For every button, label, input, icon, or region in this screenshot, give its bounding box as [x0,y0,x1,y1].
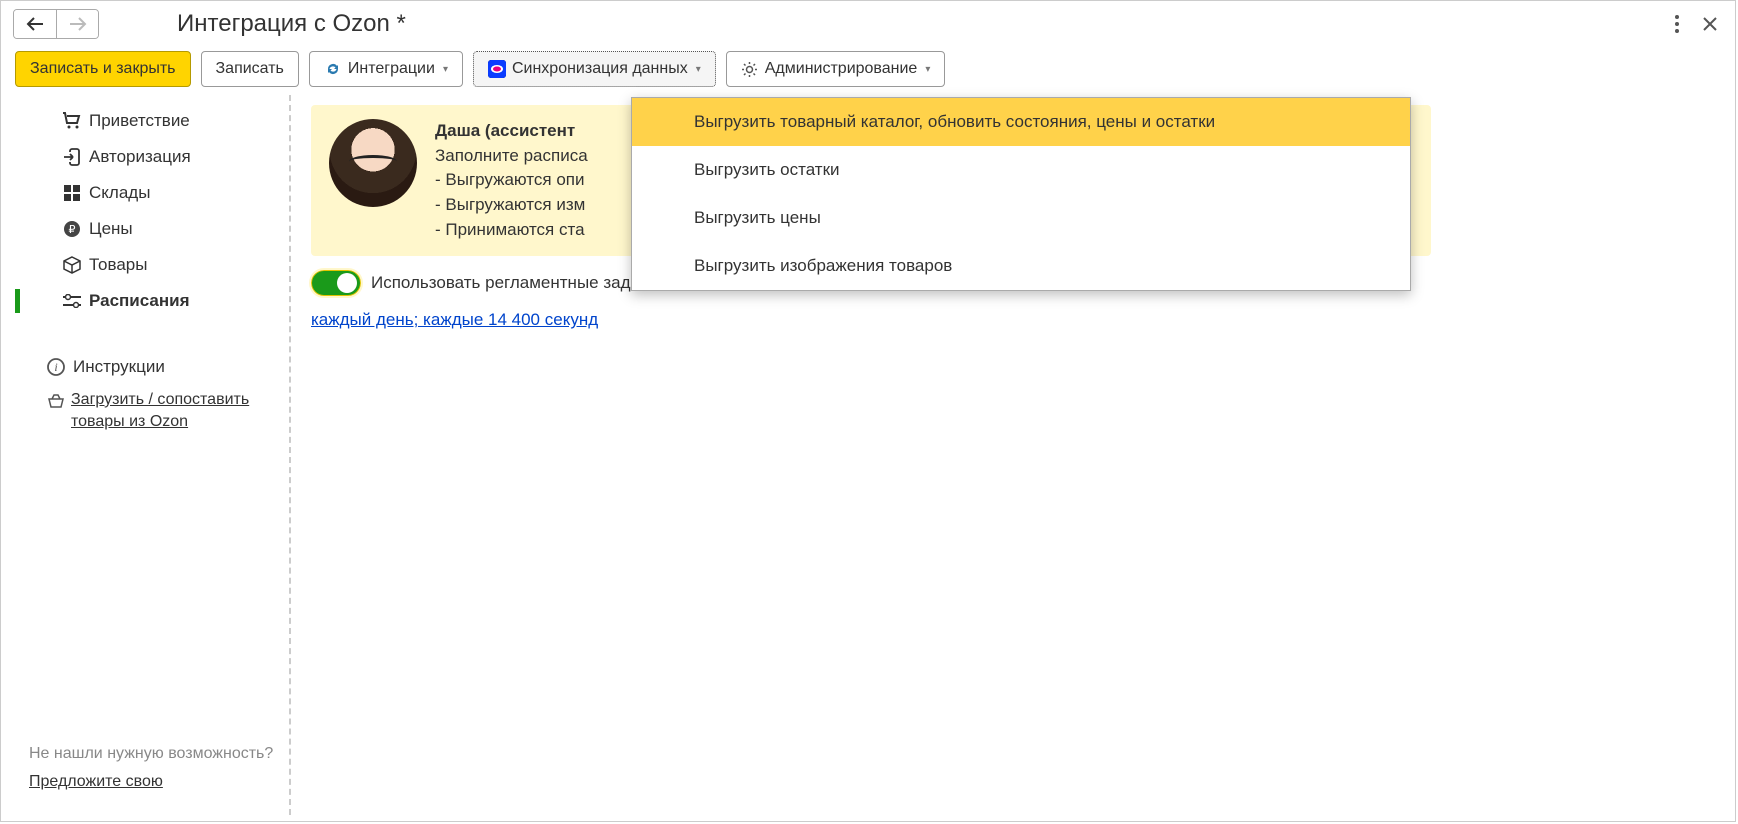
nav-group [13,9,99,39]
grid-icon [61,185,83,201]
sidebar-label: Расписания [89,291,190,311]
propose-link[interactable]: Предложите свою [15,767,289,803]
ruble-icon: ₽ [61,220,83,238]
load-products-link[interactable]: Загрузить / сопоставить товары из Ozon [15,385,289,436]
sidebar-item-welcome[interactable]: Приветствие [15,103,289,139]
toggle-label: Использовать регламентные задания [371,273,668,293]
assistant-avatar [329,119,417,207]
sidebar-item-warehouses[interactable]: Склады [15,175,289,211]
sidebar-item-auth[interactable]: Авторизация [15,139,289,175]
assistant-bullet: - Выгружаются опи [435,170,584,189]
close-button[interactable] [1697,11,1723,37]
sidebar-item-schedules[interactable]: Расписания [15,283,289,319]
arrow-left-icon [26,17,44,31]
page-title: Интеграция с Ozon * [177,10,406,38]
sidebar-item-prices[interactable]: ₽ Цены [15,211,289,247]
arrow-right-icon [69,17,87,31]
sidebar-label: Цены [89,219,133,239]
active-indicator [15,289,20,313]
assistant-line: Заполните расписа [435,146,588,165]
sidebar-label: Склады [89,183,150,203]
sidebar: Приветствие Авторизация Склады ₽ Цены То… [1,95,291,815]
svg-text:₽: ₽ [69,224,76,236]
svg-text:i: i [54,360,57,374]
save-close-button[interactable]: Записать и закрыть [15,51,191,87]
sidebar-label: Приветствие [89,111,190,131]
assistant-text: Даша (ассистент Заполните расписа - Выгр… [435,119,588,242]
basket-icon [47,393,65,409]
login-icon [61,148,83,166]
toolbar: Записать и закрыть Записать Интеграции С… [1,47,1735,95]
sync-label: Синхронизация данных [512,60,688,78]
dd-item-export-stocks[interactable]: Выгрузить остатки [632,146,1410,194]
use-scheduled-jobs-toggle[interactable] [311,270,361,296]
refresh-icon [324,60,342,78]
sidebar-label: Авторизация [89,147,191,167]
assistant-name: Даша (ассистент [435,121,575,140]
sidebar-item-instructions[interactable]: i Инструкции [15,349,289,385]
close-icon [1703,17,1717,31]
integrations-label: Интеграции [348,60,435,78]
back-button[interactable] [14,10,56,38]
info-icon: i [45,358,67,376]
sync-dropdown-menu: Выгрузить товарный каталог, обновить сос… [631,97,1411,291]
schedule-link[interactable]: каждый день; каждые 14 400 секунд [311,310,598,330]
sidebar-label: Инструкции [73,357,165,377]
cart-icon [61,112,83,130]
more-button[interactable] [1669,9,1685,39]
dd-item-export-images[interactable]: Выгрузить изображения товаров [632,242,1410,290]
not-found-text: Не нашли нужную возможность? [15,736,289,767]
kebab-icon [1675,15,1679,33]
dd-item-export-prices[interactable]: Выгрузить цены [632,194,1410,242]
save-button[interactable]: Записать [201,51,299,87]
gear-icon [741,60,759,78]
sidebar-item-products[interactable]: Товары [15,247,289,283]
box-icon [61,256,83,274]
dd-item-export-catalog[interactable]: Выгрузить товарный каталог, обновить сос… [632,98,1410,146]
ozon-icon [488,60,506,78]
sidebar-label: Товары [89,255,147,275]
integrations-dropdown[interactable]: Интеграции [309,51,463,87]
admin-dropdown[interactable]: Администрирование [726,51,946,87]
assistant-bullet: - Выгружаются изм [435,195,585,214]
assistant-bullet: - Принимаются ста [435,220,585,239]
forward-button[interactable] [56,10,98,38]
titlebar: Интеграция с Ozon * [1,1,1735,47]
sync-dropdown[interactable]: Синхронизация данных [473,51,716,87]
admin-label: Администрирование [765,60,918,78]
sliders-icon [61,294,83,308]
link-text: Загрузить / сопоставить товары из Ozon [71,389,281,432]
